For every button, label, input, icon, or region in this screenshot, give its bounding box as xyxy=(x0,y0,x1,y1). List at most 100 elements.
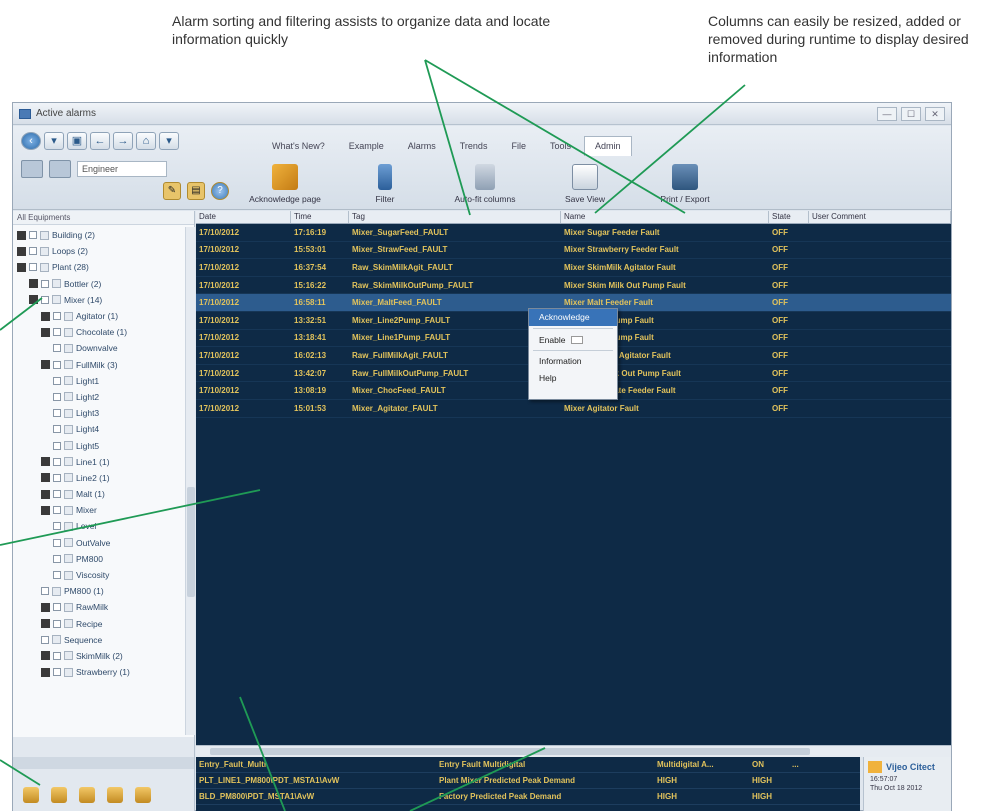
expand-icon[interactable] xyxy=(17,262,26,272)
tab-trends[interactable]: Trends xyxy=(449,136,499,156)
tree-scrollbar[interactable] xyxy=(185,227,195,735)
grid-scroll-thumb[interactable] xyxy=(210,748,810,755)
next-icon[interactable]: → xyxy=(113,132,133,150)
page-icon[interactable]: ▣ xyxy=(67,132,87,150)
menu-icon[interactable]: ▾ xyxy=(159,132,179,150)
close-button[interactable]: ✕ xyxy=(925,106,945,121)
warning-icon[interactable] xyxy=(135,787,151,803)
tree-item[interactable]: Mixer (14) xyxy=(13,292,194,308)
column-time[interactable]: Time xyxy=(291,211,349,223)
edit-icon[interactable] xyxy=(79,787,95,803)
minimize-button[interactable]: — xyxy=(877,106,897,121)
expand-icon[interactable] xyxy=(41,457,50,467)
tree-checkbox[interactable] xyxy=(41,635,49,644)
tree-item[interactable]: Malt (1) xyxy=(13,486,194,502)
tree-item[interactable]: Level xyxy=(13,518,194,534)
tree-checkbox[interactable] xyxy=(29,231,37,240)
tree-checkbox[interactable] xyxy=(41,295,49,304)
tree-header[interactable]: All Equipments xyxy=(13,211,194,225)
tree-item[interactable]: Downvalve xyxy=(13,340,194,356)
tree-checkbox[interactable] xyxy=(53,441,61,450)
tree-checkbox[interactable] xyxy=(53,651,61,660)
grid-horizontal-scrollbar[interactable] xyxy=(196,745,951,757)
back-icon[interactable]: ‹ xyxy=(21,132,41,150)
expand-icon[interactable] xyxy=(17,230,26,240)
tree-checkbox[interactable] xyxy=(53,571,61,580)
tree-item[interactable]: Sequence xyxy=(13,632,194,648)
tree-checkbox[interactable] xyxy=(53,668,61,677)
tree-item[interactable]: OutValve xyxy=(13,535,194,551)
alarm-row[interactable]: 17/10/2012 15:16:22 Raw_SkimMilkOutPump_FA… xyxy=(196,277,951,295)
tree-item[interactable]: SkimMilk (2) xyxy=(13,648,194,664)
tree-checkbox[interactable] xyxy=(53,457,61,466)
tree-checkbox[interactable] xyxy=(53,360,61,369)
tab-tools[interactable]: Tools xyxy=(539,136,582,156)
menu-item-help[interactable]: Help xyxy=(529,370,617,387)
tree-item[interactable]: FullMilk (3) xyxy=(13,357,194,373)
expand-icon[interactable] xyxy=(29,295,38,305)
column-date[interactable]: Date xyxy=(196,211,291,223)
tree-checkbox[interactable] xyxy=(53,603,61,612)
expand-icon[interactable] xyxy=(41,619,50,629)
acknowledge-page-button[interactable]: Acknowledge page xyxy=(235,160,335,208)
tool-icon[interactable] xyxy=(51,787,67,803)
expand-icon[interactable] xyxy=(41,505,50,515)
expand-icon[interactable] xyxy=(41,473,50,483)
tree-checkbox[interactable] xyxy=(53,554,61,563)
tab-alarms[interactable]: Alarms xyxy=(397,136,447,156)
expand-icon[interactable] xyxy=(41,667,50,677)
tree-checkbox[interactable] xyxy=(53,522,61,531)
menu-item-information[interactable]: Information xyxy=(529,353,617,370)
column-tag[interactable]: Tag xyxy=(349,211,561,223)
tab-admin[interactable]: Admin xyxy=(583,136,632,156)
expand-icon[interactable] xyxy=(41,602,50,612)
tree-item[interactable]: Plant (28) xyxy=(13,259,194,275)
tree-item[interactable]: Line2 (1) xyxy=(13,470,194,486)
maximize-button[interactable]: ☐ xyxy=(901,106,921,121)
tree-item[interactable]: Light2 xyxy=(13,389,194,405)
menu-item-enable[interactable]: Enable xyxy=(529,331,617,348)
enable-checkbox[interactable] xyxy=(571,335,584,344)
settings-icon[interactable] xyxy=(107,787,123,803)
tree-item[interactable]: Building (2) xyxy=(13,227,194,243)
expand-icon[interactable] xyxy=(41,489,50,499)
user-icon[interactable] xyxy=(49,160,71,178)
tree-checkbox[interactable] xyxy=(53,312,61,321)
expand-icon[interactable] xyxy=(41,360,50,370)
tree-item[interactable]: Loops (2) xyxy=(13,243,194,259)
tree-checkbox[interactable] xyxy=(41,279,49,288)
column-state[interactable]: State xyxy=(769,211,809,223)
tree-item[interactable]: Strawberry (1) xyxy=(13,664,194,680)
pen-icon[interactable] xyxy=(23,787,39,803)
print-export-button[interactable]: Print / Export xyxy=(635,160,735,208)
tree-checkbox[interactable] xyxy=(53,619,61,628)
tree-checkbox[interactable] xyxy=(53,328,61,337)
tree-checkbox[interactable] xyxy=(53,425,61,434)
help-icon[interactable]: ? xyxy=(211,182,229,200)
menu-item-acknowledge[interactable]: Acknowledge xyxy=(529,309,617,326)
alarm-row[interactable]: 17/10/2012 17:16:19 Mixer_SugarFeed_FAULT M… xyxy=(196,224,951,242)
tree-checkbox[interactable] xyxy=(53,376,61,385)
tree-checkbox[interactable] xyxy=(53,409,61,418)
tree-checkbox[interactable] xyxy=(53,538,61,547)
tree-item[interactable]: Bottler (2) xyxy=(13,276,194,292)
column-name[interactable]: Name xyxy=(561,211,769,223)
tree-item[interactable]: RawMilk xyxy=(13,599,194,615)
user-name-field[interactable]: Engineer xyxy=(77,161,167,177)
pencil-icon[interactable]: ✎ xyxy=(163,182,181,200)
filter-button[interactable]: Filter xyxy=(335,160,435,208)
tree-item[interactable]: Light3 xyxy=(13,405,194,421)
tree-checkbox[interactable] xyxy=(53,344,61,353)
expand-icon[interactable] xyxy=(41,651,50,661)
alarm-row[interactable]: 17/10/2012 15:53:01 Mixer_StrawFeed_FAULT M… xyxy=(196,242,951,260)
expand-icon[interactable] xyxy=(41,311,50,321)
tab-file[interactable]: File xyxy=(500,136,537,156)
tree-item[interactable]: Light4 xyxy=(13,421,194,437)
tree-item[interactable]: Light1 xyxy=(13,373,194,389)
alarm-row[interactable]: 17/10/2012 15:01:53 Mixer_Agitator_FAULT Mi… xyxy=(196,400,951,418)
tree-item[interactable]: Mixer xyxy=(13,502,194,518)
autofit-columns-button[interactable]: Auto-fit columns xyxy=(435,160,535,208)
previous-icon[interactable]: ← xyxy=(90,132,110,150)
tree-item[interactable]: PM800 (1) xyxy=(13,583,194,599)
tree-item[interactable]: Chocolate (1) xyxy=(13,324,194,340)
